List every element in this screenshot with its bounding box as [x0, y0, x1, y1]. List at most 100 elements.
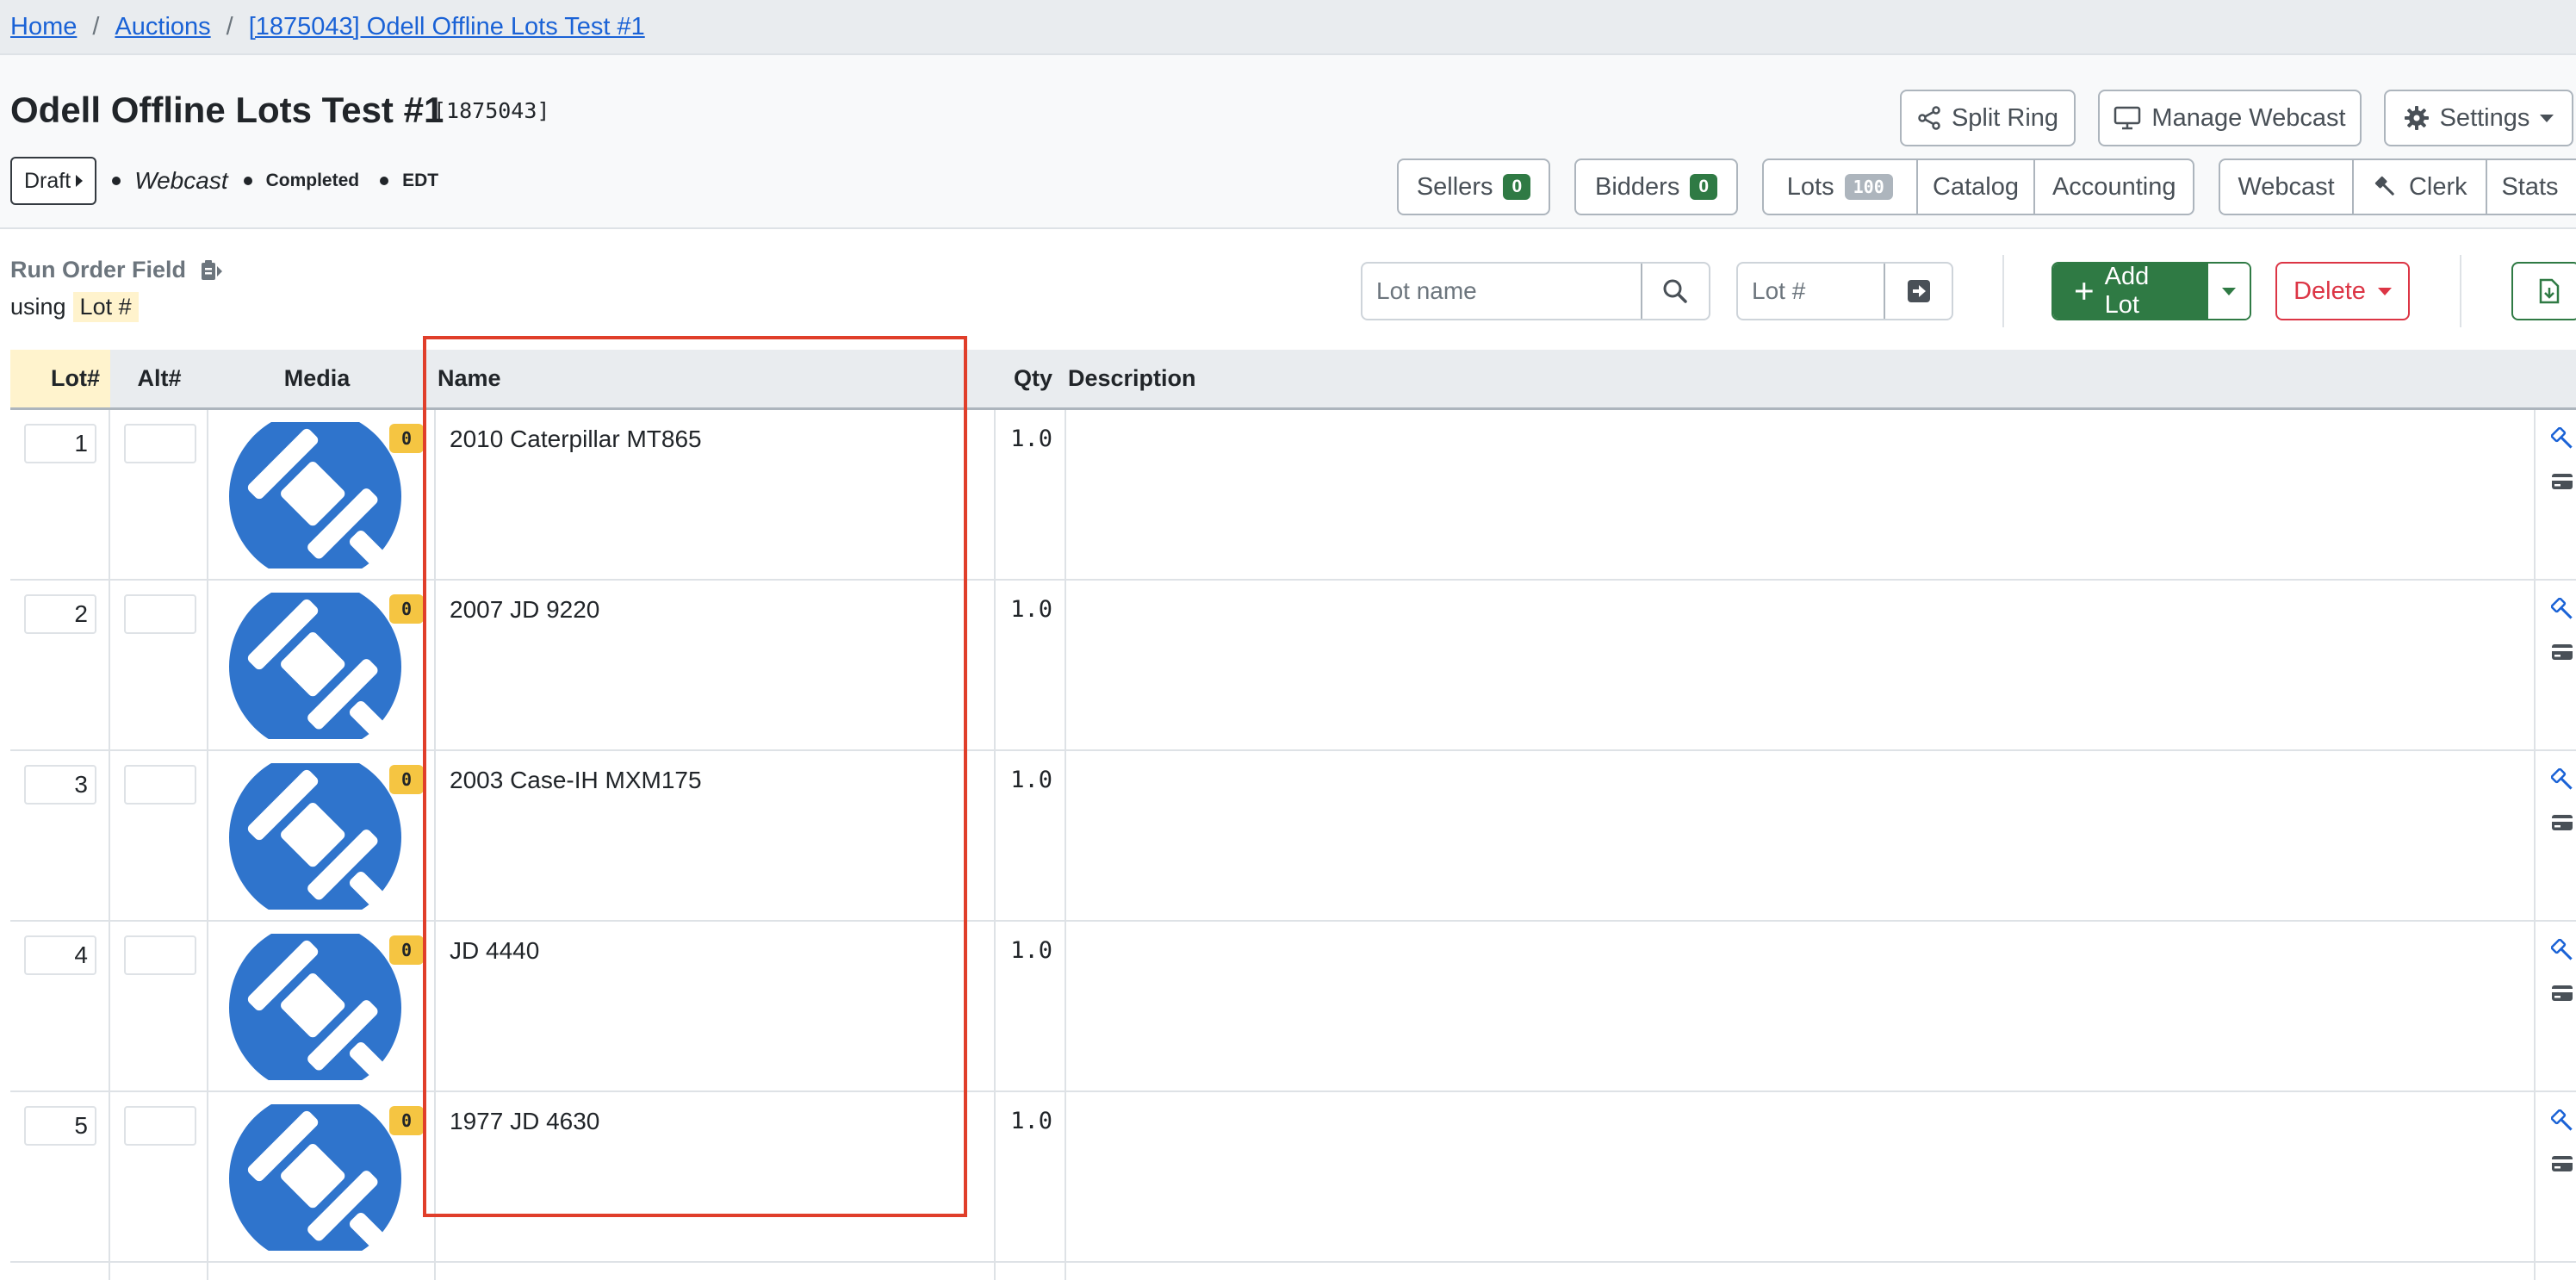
credit-card-icon[interactable]	[2551, 984, 2573, 1003]
sellers-button[interactable]: Sellers 0	[1397, 158, 1550, 215]
alt-number-input[interactable]	[124, 1106, 196, 1146]
media-count-badge: 0	[389, 1106, 424, 1135]
description-cell[interactable]	[1066, 922, 2536, 1090]
qty-cell[interactable]: 1.0	[996, 410, 1066, 579]
manage-webcast-button[interactable]: Manage Webcast	[2098, 90, 2362, 146]
lot-number-cell: 4	[10, 922, 110, 1090]
media-cell[interactable]: 0	[208, 581, 436, 749]
credit-card-icon[interactable]	[2551, 643, 2573, 662]
lot-name-cell	[436, 1263, 996, 1280]
lot-name-cell[interactable]: 2010 Caterpillar MT865	[436, 410, 996, 579]
lot-number-input[interactable]: 5	[24, 1106, 96, 1146]
search-icon	[1663, 279, 1688, 303]
tab-stats[interactable]: Stats	[2487, 160, 2576, 214]
lot-name-search-input[interactable]: Lot name	[1362, 264, 1641, 319]
go-to-lot-button[interactable]	[1884, 264, 1952, 319]
add-lot-button[interactable]: Add Lot	[2053, 264, 2208, 319]
tab-lots[interactable]: Lots 100	[1764, 160, 1918, 214]
clipboard-sort-icon[interactable]	[200, 259, 224, 282]
row-actions	[2536, 1092, 2576, 1261]
media-cell[interactable]: 0	[208, 751, 436, 920]
lot-name-search-group: Lot name	[1361, 262, 1710, 320]
column-header-alt[interactable]: Alt#	[110, 350, 208, 407]
media-cell[interactable]: 0	[208, 410, 436, 579]
media-cell[interactable]: 0	[208, 922, 436, 1090]
lot-number-input[interactable]: 3	[24, 765, 96, 805]
tab-stats-label: Stats	[2501, 172, 2559, 201]
lot-name-cell[interactable]: 1977 JD 4630	[436, 1092, 996, 1261]
chevron-down-icon	[2222, 287, 2236, 295]
tab-webcast[interactable]: Webcast	[2220, 160, 2355, 214]
qty-cell[interactable]: 1.0	[996, 581, 1066, 749]
table-row[interactable]: 5 0 1977 JD 4630 1.0	[10, 1092, 2576, 1263]
gavel-icon[interactable]	[2551, 427, 2573, 451]
qty-cell[interactable]: 1.0	[996, 751, 1066, 920]
row-actions	[2536, 751, 2576, 920]
description-cell[interactable]	[1066, 581, 2536, 749]
lot-number-input[interactable]: 2	[24, 594, 96, 634]
column-header-description: Description	[1068, 365, 1196, 391]
gavel-icon[interactable]	[2551, 598, 2573, 622]
credit-card-icon[interactable]	[2551, 472, 2573, 491]
lot-number-cell: 1	[10, 410, 110, 579]
add-lot-dropdown-toggle[interactable]	[2208, 264, 2250, 319]
lot-name-cell[interactable]: 2003 Case-IH MXM175	[436, 751, 996, 920]
media-cell[interactable]: 0	[208, 1092, 436, 1261]
media-count-badge: 0	[389, 424, 424, 453]
table-row[interactable]: 4 0 JD 4440 1.0	[10, 922, 2576, 1092]
column-header-qty[interactable]: Qty	[1001, 350, 1052, 407]
table-row[interactable]: 1 0 2010 Caterpillar MT865 1.0	[10, 410, 2576, 581]
split-ring-button[interactable]: Split Ring	[1900, 90, 2076, 146]
tab-accounting-label: Accounting	[2051, 172, 2176, 201]
gavel-icon[interactable]	[2551, 939, 2573, 963]
lot-number-input[interactable]: 1	[24, 424, 96, 463]
lots-nav-group: Lots 100 Catalog Accounting	[1762, 158, 2194, 215]
media-count-badge: 0	[389, 594, 424, 624]
bidders-count-badge: 0	[1690, 174, 1717, 200]
tab-clerk[interactable]: Clerk	[2354, 160, 2488, 214]
search-button[interactable]	[1640, 264, 1709, 319]
breadcrumb-home-link[interactable]: Home	[10, 13, 77, 41]
lot-number-input[interactable]: Lot #	[1738, 264, 1884, 319]
qty-cell[interactable]: 1.0	[996, 922, 1066, 1090]
lots-table-header: Lot# Alt# Media Name Qty Description	[10, 350, 2576, 410]
using-label: using	[10, 294, 66, 320]
media-cell	[208, 1263, 436, 1280]
delete-button[interactable]: Delete	[2275, 262, 2410, 320]
monitor-icon	[2114, 106, 2141, 130]
table-row[interactable]: 3 0 2003 Case-IH MXM175 1.0	[10, 751, 2576, 922]
alt-number-input[interactable]	[124, 765, 196, 805]
tab-catalog[interactable]: Catalog	[1918, 160, 2036, 214]
breadcrumb-auctions-link[interactable]: Auctions	[115, 13, 210, 41]
status-type: Webcast	[134, 167, 228, 194]
description-cell[interactable]	[1066, 410, 2536, 579]
lot-name-cell[interactable]: JD 4440	[436, 922, 996, 1090]
credit-card-icon[interactable]	[2551, 813, 2573, 832]
alt-number-input[interactable]	[124, 594, 196, 634]
lot-number-input[interactable]: 4	[24, 935, 96, 975]
chevron-down-icon	[2540, 114, 2554, 122]
gavel-icon[interactable]	[2551, 1109, 2573, 1134]
bullet-icon	[243, 177, 252, 185]
alt-number-cell	[110, 581, 208, 749]
description-cell[interactable]	[1066, 751, 2536, 920]
qty-cell[interactable]: 1.0	[996, 1092, 1066, 1261]
column-header-name[interactable]: Name	[438, 350, 501, 407]
table-row[interactable]: 2 0 2007 JD 9220 1.0	[10, 581, 2576, 751]
row-actions	[2536, 581, 2576, 749]
alt-number-cell	[110, 1263, 208, 1280]
credit-card-icon[interactable]	[2551, 1154, 2573, 1173]
description-cell[interactable]	[1066, 1092, 2536, 1261]
bidders-button[interactable]: Bidders 0	[1574, 158, 1738, 215]
settings-button[interactable]: Settings	[2384, 90, 2573, 146]
gavel-icon[interactable]	[2551, 768, 2573, 792]
column-header-lot[interactable]: Lot#	[10, 350, 110, 407]
tab-accounting[interactable]: Accounting	[2035, 160, 2193, 214]
alt-number-input[interactable]	[124, 935, 196, 975]
bullet-icon	[112, 177, 121, 185]
lot-name-cell[interactable]: 2007 JD 9220	[436, 581, 996, 749]
export-button[interactable]	[2511, 262, 2576, 320]
breadcrumb-current-auction-link[interactable]: [1875043] Odell Offline Lots Test #1	[249, 13, 645, 41]
status-draft-button[interactable]: Draft	[10, 157, 97, 205]
alt-number-input[interactable]	[124, 424, 196, 463]
